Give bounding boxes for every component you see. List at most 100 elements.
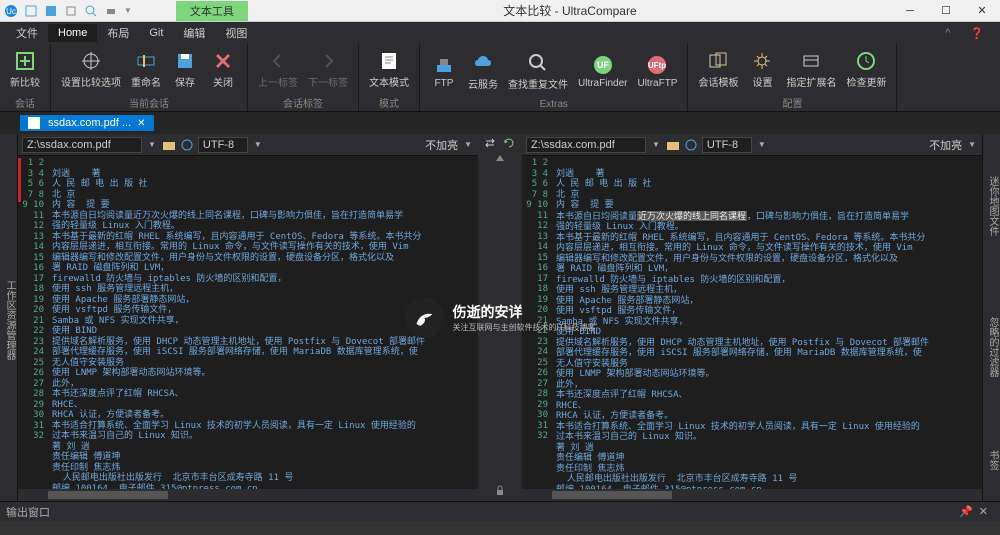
close-button[interactable]: ✕ — [964, 0, 1000, 22]
minimize-button[interactable]: ─ — [892, 0, 928, 22]
collapse-ribbon-icon[interactable]: ^ — [935, 24, 960, 42]
panel-close-icon[interactable]: ✕ — [973, 505, 994, 518]
print-icon[interactable] — [104, 4, 118, 18]
new-icon[interactable] — [24, 4, 38, 18]
refresh-icon[interactable] — [502, 136, 516, 150]
chevron-down-icon[interactable]: ▼ — [966, 140, 978, 149]
chevron-down-icon[interactable]: ▼ — [650, 140, 662, 149]
globe-icon[interactable] — [180, 138, 194, 152]
left-pane: ▼ ▼ 不加亮 ▼ 1 2 3 4 5 6 7 8 9 10 11 12 13 … — [18, 134, 478, 501]
context-tab[interactable]: 文本工具 — [176, 1, 248, 21]
ribbon-item-label: 保存 — [175, 74, 195, 89]
ribbon-item-label: 关闭 — [213, 74, 233, 89]
output-panel-header[interactable]: 输出窗口 📌 ✕ — [0, 501, 1000, 521]
ribbon-group: 上一标签下一标签会话标签 — [248, 44, 359, 111]
next-tab-button: 下一标签 — [304, 47, 352, 91]
menu-view[interactable]: 视图 — [215, 22, 257, 44]
document-tab-label: ssdax.com.pdf ... — [48, 117, 131, 129]
ribbon-group: 设置比较选项重命名保存 关闭当前会话 — [51, 44, 248, 111]
right-code-area[interactable]: 1 2 3 4 5 6 7 8 9 10 11 12 13 14 15 16 1… — [522, 156, 982, 489]
ribbon-item-label: 设置 — [752, 74, 772, 89]
quick-access-toolbar: Uc ▼ — [0, 4, 136, 18]
globe-icon[interactable] — [684, 138, 698, 152]
rename-button[interactable]: 重命名 — [127, 47, 165, 91]
right-path-input[interactable] — [526, 137, 646, 153]
text-mode-icon — [377, 49, 401, 73]
right-encoding-input[interactable] — [702, 137, 752, 153]
options-button[interactable]: 设置比较选项 — [57, 47, 125, 91]
ribbon-group-label: 当前会话 — [51, 94, 247, 111]
ultraftp-button[interactable]: UFtpUltraFTP — [633, 51, 681, 91]
ribbon-group: FTP云服务查找重复文件UFUltraFinderUFtpUltraFTPExt… — [420, 44, 688, 111]
find-dup-icon — [526, 51, 550, 75]
ribbon-item-label: 查找重复文件 — [508, 76, 568, 91]
left-hscrollbar[interactable] — [18, 489, 478, 501]
save-button[interactable]: 保存 — [167, 47, 203, 91]
nav-up-icon[interactable] — [493, 152, 507, 166]
chevron-down-icon[interactable]: ▼ — [756, 140, 768, 149]
right-vtab-bookmark[interactable]: 书签 — [982, 415, 1000, 501]
left-pane-header: ▼ ▼ 不加亮 ▼ — [18, 134, 478, 156]
left-vtab-explorer[interactable]: 工作区资源管理器 — [0, 134, 18, 501]
left-code[interactable]: 刘遄 著 人 民 邮 电 出 版 社 北 京 内 容 提 要 本书源自日均阅读量… — [48, 156, 478, 489]
ribbon-item-label: 云服务 — [468, 76, 498, 91]
right-highlight-select[interactable]: 不加亮 — [929, 137, 962, 153]
folder-icon[interactable] — [666, 138, 680, 152]
chevron-down-icon[interactable]: ▼ — [252, 140, 264, 149]
menu-file[interactable]: 文件 — [6, 22, 48, 44]
cloud-button[interactable]: 云服务 — [464, 49, 502, 93]
chevron-down-icon[interactable]: ▼ — [146, 140, 158, 149]
ultrafinder-button[interactable]: UFUltraFinder — [574, 51, 631, 91]
cloud-icon — [471, 51, 495, 75]
new-compare-button[interactable]: 新比较 — [6, 47, 44, 91]
save-icon[interactable] — [44, 4, 58, 18]
right-vtab-filter[interactable]: 忽略的过滤器 — [982, 275, 1000, 416]
ultrafinder-icon: UF — [591, 53, 615, 77]
lock-icon[interactable] — [493, 483, 507, 497]
document-tab[interactable]: ssdax.com.pdf ... ✕ — [20, 115, 154, 131]
menu-home[interactable]: Home — [48, 24, 97, 42]
ribbon-group: 文本模式模式 — [359, 44, 420, 111]
new-compare-icon — [13, 49, 37, 73]
check-update-button[interactable]: 检查更新 — [842, 47, 890, 91]
right-hscrollbar[interactable] — [522, 489, 982, 501]
left-path-input[interactable] — [22, 137, 142, 153]
pin-icon[interactable]: 📌 — [959, 505, 973, 518]
ribbon-item-label: 检查更新 — [846, 74, 886, 89]
tab-close-icon[interactable]: ✕ — [137, 118, 145, 129]
qat-dropdown-icon[interactable]: ▼ — [124, 6, 132, 15]
ribbon-item-label: 上一标签 — [258, 74, 298, 89]
left-highlight-select[interactable]: 不加亮 — [425, 137, 458, 153]
menu-git[interactable]: Git — [139, 24, 173, 42]
left-encoding-input[interactable] — [198, 137, 248, 153]
session-template-button[interactable]: 会话模板 — [694, 47, 742, 91]
ribbon-group: 会话模板设置指定扩展名检查更新配置 — [688, 44, 897, 111]
ribbon-item-label: 下一标签 — [308, 74, 348, 89]
menu-edit[interactable]: 编辑 — [173, 22, 215, 44]
right-vtab-minimap[interactable]: 迷你地图文件 — [982, 134, 1000, 275]
maximize-button[interactable]: ☐ — [928, 0, 964, 22]
right-code[interactable]: 刘遄 著 人 民 邮 电 出 版 社 北 京 内 容 提 要 本书源自日均阅读量… — [552, 156, 982, 489]
find-icon[interactable] — [84, 4, 98, 18]
ftp-button[interactable]: FTP — [426, 51, 462, 91]
find-dup-button[interactable]: 查找重复文件 — [504, 49, 572, 93]
left-code-area[interactable]: 1 2 3 4 5 6 7 8 9 10 11 12 13 14 15 16 1… — [18, 156, 478, 489]
left-gutter: 1 2 3 4 5 6 7 8 9 10 11 12 13 14 15 16 1… — [18, 156, 48, 489]
close-button[interactable]: 关闭 — [205, 47, 241, 91]
help-icon[interactable]: ❓ — [960, 24, 994, 43]
text-mode-button[interactable]: 文本模式 — [365, 47, 413, 91]
copy-icon[interactable] — [64, 4, 78, 18]
folder-icon[interactable] — [162, 138, 176, 152]
title-bar: Uc ▼ 文本工具 文本比较 - UltraCompare ─ ☐ ✕ — [0, 0, 1000, 22]
swap-icon[interactable] — [484, 136, 498, 150]
chevron-down-icon[interactable]: ▼ — [462, 140, 474, 149]
prev-tab-icon — [266, 49, 290, 73]
settings-button[interactable]: 设置 — [744, 47, 780, 91]
menu-layout[interactable]: 布局 — [97, 22, 139, 44]
ext-button[interactable]: 指定扩展名 — [782, 47, 840, 91]
ribbon-item-label: 会话模板 — [698, 74, 738, 89]
output-label: 输出窗口 — [6, 504, 50, 520]
workspace: 工作区资源管理器 ▼ ▼ 不加亮 ▼ 1 2 3 4 5 6 7 8 9 10 … — [0, 134, 1000, 501]
svg-text:UF: UF — [597, 60, 609, 70]
status-bar — [0, 521, 1000, 535]
